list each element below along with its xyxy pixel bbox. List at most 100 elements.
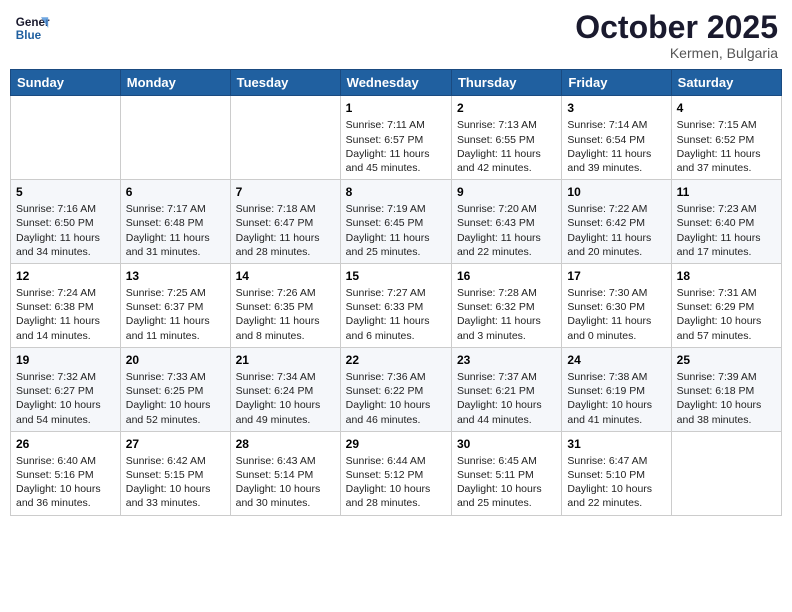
calendar-cell: 3 Sunrise: 7:14 AM Sunset: 6:54 PM Daylig… [562, 96, 671, 180]
cell-content: Sunrise: 7:32 AM Sunset: 6:27 PM Dayligh… [16, 370, 115, 427]
calendar-cell: 11Sunrise: 7:23 AM Sunset: 6:40 PM Dayli… [671, 180, 781, 264]
cell-content: Sunrise: 7:36 AM Sunset: 6:22 PM Dayligh… [346, 370, 446, 427]
weekday-header-thursday: Thursday [451, 70, 561, 96]
cell-content: Sunrise: 7:33 AM Sunset: 6:25 PM Dayligh… [126, 370, 225, 427]
calendar-cell [120, 96, 230, 180]
logo-icon: General Blue [14, 10, 50, 46]
calendar-cell: 4Sunrise: 7:15 AM Sunset: 6:52 PM Daylig… [671, 96, 781, 180]
calendar-cell [230, 96, 340, 180]
day-number: 26 [16, 436, 115, 452]
cell-content: Sunrise: 7:31 AM Sunset: 6:29 PM Dayligh… [677, 286, 776, 343]
calendar-cell: 10 Sunrise: 7:22 AM Sunset: 6:42 PM Dayli… [562, 180, 671, 264]
cell-content: Sunrise: 6:40 AM Sunset: 5:16 PM Dayligh… [16, 454, 115, 511]
cell-content: Sunrise: 7:26 AM Sunset: 6:35 PM Dayligh… [236, 286, 335, 343]
day-number: 13 [126, 268, 225, 284]
calendar-cell: 5 Sunrise: 7:16 AM Sunset: 6:50 PM Daylig… [11, 180, 121, 264]
calendar-week-1: 1 Sunrise: 7:11 AM Sunset: 6:57 PM Daylig… [11, 96, 782, 180]
cell-content: Sunrise: 7:11 AM Sunset: 6:57 PM Dayligh… [346, 118, 446, 175]
day-number: 23 [457, 352, 556, 368]
day-number: 25 [677, 352, 776, 368]
calendar-cell: 20 Sunrise: 7:33 AM Sunset: 6:25 PM Dayli… [120, 347, 230, 431]
calendar-cell: 26 Sunrise: 6:40 AM Sunset: 5:16 PM Dayli… [11, 431, 121, 515]
calendar-cell: 13 Sunrise: 7:25 AM Sunset: 6:37 PM Dayli… [120, 263, 230, 347]
day-number: 2 [457, 100, 556, 116]
calendar-cell: 12 Sunrise: 7:24 AM Sunset: 6:38 PM Dayli… [11, 263, 121, 347]
month-title: October 2025 [575, 10, 778, 45]
day-number: 1 [346, 100, 446, 116]
calendar-cell: 2 Sunrise: 7:13 AM Sunset: 6:55 PM Daylig… [451, 96, 561, 180]
day-number: 20 [126, 352, 225, 368]
calendar-cell: 9Sunrise: 7:20 AM Sunset: 6:43 PM Daylig… [451, 180, 561, 264]
location: Kermen, Bulgaria [575, 45, 778, 61]
weekday-header-sunday: Sunday [11, 70, 121, 96]
cell-content: Sunrise: 6:47 AM Sunset: 5:10 PM Dayligh… [567, 454, 665, 511]
cell-content: Sunrise: 7:37 AM Sunset: 6:21 PM Dayligh… [457, 370, 556, 427]
day-number: 4 [677, 100, 776, 116]
weekday-header-monday: Monday [120, 70, 230, 96]
day-number: 19 [16, 352, 115, 368]
day-number: 21 [236, 352, 335, 368]
weekday-header-row: SundayMondayTuesdayWednesdayThursdayFrid… [11, 70, 782, 96]
weekday-header-wednesday: Wednesday [340, 70, 451, 96]
cell-content: Sunrise: 7:28 AM Sunset: 6:32 PM Dayligh… [457, 286, 556, 343]
cell-content: Sunrise: 7:25 AM Sunset: 6:37 PM Dayligh… [126, 286, 225, 343]
calendar-cell: 19 Sunrise: 7:32 AM Sunset: 6:27 PM Dayli… [11, 347, 121, 431]
day-number: 9 [457, 184, 556, 200]
calendar-cell: 25 Sunrise: 7:39 AM Sunset: 6:18 PM Dayli… [671, 347, 781, 431]
day-number: 15 [346, 268, 446, 284]
calendar-week-4: 19 Sunrise: 7:32 AM Sunset: 6:27 PM Dayli… [11, 347, 782, 431]
cell-content: Sunrise: 6:45 AM Sunset: 5:11 PM Dayligh… [457, 454, 556, 511]
cell-content: Sunrise: 7:24 AM Sunset: 6:38 PM Dayligh… [16, 286, 115, 343]
cell-content: Sunrise: 7:39 AM Sunset: 6:18 PM Dayligh… [677, 370, 776, 427]
cell-content: Sunrise: 7:30 AM Sunset: 6:30 PM Dayligh… [567, 286, 665, 343]
calendar-cell: 22 Sunrise: 7:36 AM Sunset: 6:22 PM Dayli… [340, 347, 451, 431]
day-number: 10 [567, 184, 665, 200]
calendar-cell: 23 Sunrise: 7:37 AM Sunset: 6:21 PM Dayli… [451, 347, 561, 431]
cell-content: Sunrise: 6:44 AM Sunset: 5:12 PM Dayligh… [346, 454, 446, 511]
cell-content: Sunrise: 7:13 AM Sunset: 6:55 PM Dayligh… [457, 118, 556, 175]
calendar-cell: 29 Sunrise: 6:44 AM Sunset: 5:12 PM Dayli… [340, 431, 451, 515]
cell-content: Sunrise: 6:42 AM Sunset: 5:15 PM Dayligh… [126, 454, 225, 511]
calendar-cell [671, 431, 781, 515]
page-header: General Blue October 2025 Kermen, Bulgar… [10, 10, 782, 61]
calendar-cell: 1 Sunrise: 7:11 AM Sunset: 6:57 PM Daylig… [340, 96, 451, 180]
calendar-week-2: 5 Sunrise: 7:16 AM Sunset: 6:50 PM Daylig… [11, 180, 782, 264]
calendar-cell: 30 Sunrise: 6:45 AM Sunset: 5:11 PM Dayli… [451, 431, 561, 515]
day-number: 22 [346, 352, 446, 368]
day-number: 29 [346, 436, 446, 452]
cell-content: Sunrise: 7:16 AM Sunset: 6:50 PM Dayligh… [16, 202, 115, 259]
day-number: 30 [457, 436, 556, 452]
cell-content: Sunrise: 7:19 AM Sunset: 6:45 PM Dayligh… [346, 202, 446, 259]
calendar-cell: 21 Sunrise: 7:34 AM Sunset: 6:24 PM Dayli… [230, 347, 340, 431]
calendar-cell: 15 Sunrise: 7:27 AM Sunset: 6:33 PM Dayli… [340, 263, 451, 347]
day-number: 12 [16, 268, 115, 284]
cell-content: Sunrise: 7:14 AM Sunset: 6:54 PM Dayligh… [567, 118, 665, 175]
calendar-table: SundayMondayTuesdayWednesdayThursdayFrid… [10, 69, 782, 515]
day-number: 6 [126, 184, 225, 200]
day-number: 27 [126, 436, 225, 452]
calendar-cell: 8 Sunrise: 7:19 AM Sunset: 6:45 PM Daylig… [340, 180, 451, 264]
day-number: 5 [16, 184, 115, 200]
day-number: 16 [457, 268, 556, 284]
calendar-cell: 6 Sunrise: 7:17 AM Sunset: 6:48 PM Daylig… [120, 180, 230, 264]
calendar-cell: 24Sunrise: 7:38 AM Sunset: 6:19 PM Dayli… [562, 347, 671, 431]
cell-content: Sunrise: 7:27 AM Sunset: 6:33 PM Dayligh… [346, 286, 446, 343]
weekday-header-friday: Friday [562, 70, 671, 96]
cell-content: Sunrise: 7:17 AM Sunset: 6:48 PM Dayligh… [126, 202, 225, 259]
day-number: 8 [346, 184, 446, 200]
cell-content: Sunrise: 7:34 AM Sunset: 6:24 PM Dayligh… [236, 370, 335, 427]
day-number: 24 [567, 352, 665, 368]
cell-content: Sunrise: 7:22 AM Sunset: 6:42 PM Dayligh… [567, 202, 665, 259]
calendar-cell: 16 Sunrise: 7:28 AM Sunset: 6:32 PM Dayli… [451, 263, 561, 347]
title-area: October 2025 Kermen, Bulgaria [575, 10, 778, 61]
cell-content: Sunrise: 6:43 AM Sunset: 5:14 PM Dayligh… [236, 454, 335, 511]
calendar-cell: 31 Sunrise: 6:47 AM Sunset: 5:10 PM Dayli… [562, 431, 671, 515]
calendar-cell: 14Sunrise: 7:26 AM Sunset: 6:35 PM Dayli… [230, 263, 340, 347]
calendar-cell: 27 Sunrise: 6:42 AM Sunset: 5:15 PM Dayli… [120, 431, 230, 515]
day-number: 28 [236, 436, 335, 452]
calendar-cell: 18Sunrise: 7:31 AM Sunset: 6:29 PM Dayli… [671, 263, 781, 347]
day-number: 31 [567, 436, 665, 452]
cell-content: Sunrise: 7:23 AM Sunset: 6:40 PM Dayligh… [677, 202, 776, 259]
day-number: 3 [567, 100, 665, 116]
logo: General Blue [14, 10, 50, 46]
